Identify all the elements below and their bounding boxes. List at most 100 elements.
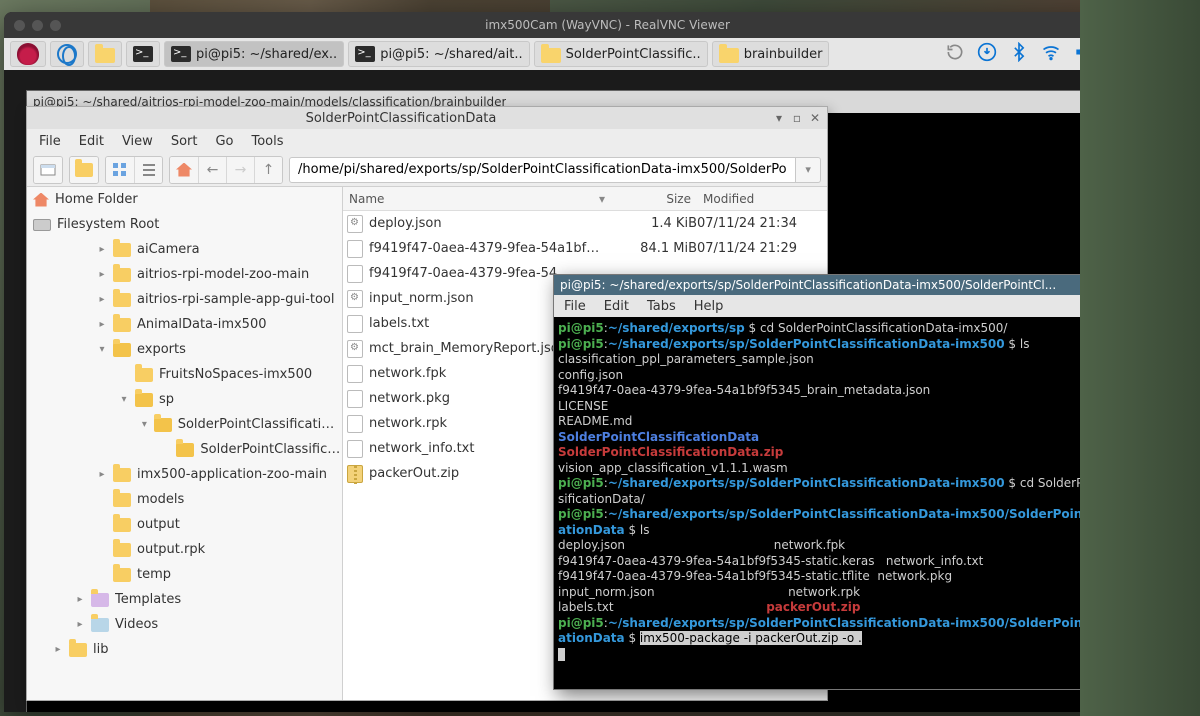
tree-item[interactable]: ▸lib — [27, 637, 342, 662]
menu-tabs[interactable]: Tabs — [647, 299, 676, 314]
menu-file[interactable]: File — [39, 134, 61, 149]
taskbar-item-2[interactable] — [88, 41, 122, 67]
volume-icon[interactable] — [1073, 42, 1093, 66]
terminal-titlebar[interactable]: pi@pi5: ~/shared/exports/sp/SolderPointC… — [554, 275, 1174, 295]
icon-view-button[interactable] — [106, 157, 134, 183]
min-button[interactable]: ▾ — [771, 111, 787, 125]
tree-toggle-icon[interactable]: ▸ — [75, 594, 85, 605]
tree-toggle-icon[interactable]: ▸ — [97, 269, 107, 280]
file-name: deploy.json — [369, 216, 607, 231]
taskbar-item-3[interactable]: >_ — [126, 41, 160, 67]
menu-edit[interactable]: Edit — [604, 299, 629, 314]
close-button[interactable]: ✕ — [807, 111, 823, 125]
tree-item[interactable]: output — [27, 512, 342, 537]
tree-item[interactable]: ▸ AnimalData-imx500 — [27, 312, 342, 337]
tree-toggle-icon[interactable]: ▸ — [53, 644, 63, 655]
tree-toggle-icon[interactable]: ▸ — [97, 294, 107, 305]
max-button[interactable]: ▫ — [789, 111, 805, 125]
tree-toggle-icon[interactable]: ▾ — [97, 344, 107, 355]
terminal-window[interactable]: pi@pi5: ~/shared/exports/sp/SolderPointC… — [553, 274, 1175, 690]
file-manager-titlebar[interactable]: SolderPointClassificationData ▾▫✕ — [27, 107, 827, 129]
column-modified[interactable]: Modified — [697, 192, 827, 206]
taskbar-item-4[interactable]: >_pi@pi5: ~/shared/ex.. — [164, 41, 344, 67]
tree-label: AnimalData-imx500 — [137, 317, 267, 332]
taskbar-item-0[interactable] — [10, 41, 46, 67]
tree-item[interactable]: ▾sp — [27, 387, 342, 412]
taskbar-item-7[interactable]: brainbuilder — [712, 41, 830, 67]
clock[interactable]: 15:19 — [1137, 45, 1180, 63]
tree-item[interactable]: ▾exports — [27, 337, 342, 362]
list-view-button[interactable] — [134, 157, 162, 183]
close-button[interactable]: ✕ — [1165, 95, 1181, 109]
folder-icon — [91, 593, 109, 607]
column-name[interactable]: Name — [343, 192, 593, 206]
tree-item[interactable]: ▸Videos — [27, 612, 342, 637]
terminal-body[interactable]: pi@pi5:~/shared/exports/sp $ cd SolderPo… — [554, 317, 1174, 666]
file-icon — [347, 315, 363, 333]
folder-icon — [719, 48, 739, 63]
tree-item[interactable]: FruitsNoSpaces-imx500 — [27, 362, 342, 387]
forward-button[interactable]: → — [226, 157, 254, 183]
tree-toggle-icon[interactable]: ▸ — [97, 469, 107, 480]
path-input[interactable] — [289, 157, 796, 183]
up-button[interactable]: ↑ — [254, 157, 282, 183]
window-controls[interactable]: ▾▫✕ — [1129, 95, 1181, 109]
tree-item[interactable]: SolderPointClassificationData — [27, 437, 342, 462]
home-button[interactable] — [170, 157, 198, 183]
tree-toggle-icon[interactable]: ▾ — [119, 394, 129, 405]
column-size[interactable]: Size — [607, 192, 697, 206]
tree-item[interactable]: models — [27, 487, 342, 512]
sidebar-fsroot[interactable]: Filesystem Root — [27, 212, 342, 237]
max-button[interactable]: ▫ — [1147, 95, 1163, 109]
download-icon[interactable] — [977, 42, 997, 66]
new-tab-button[interactable] — [34, 157, 62, 183]
taskbar-item-1[interactable] — [50, 41, 84, 67]
tree-item[interactable]: ▸ Templates — [27, 587, 342, 612]
folder-icon — [113, 243, 131, 257]
tree-label: Templates — [115, 592, 181, 607]
file-row[interactable]: deploy.json1.4 KiB07/11/24 21:34 — [343, 211, 827, 236]
back-button[interactable]: ← — [198, 157, 226, 183]
tree-item[interactable]: ▸aitrios-rpi-model-zoo-main — [27, 262, 342, 287]
tree-item[interactable]: output.rpk — [27, 537, 342, 562]
min-button[interactable]: ▾ — [1116, 278, 1132, 292]
tree-item[interactable]: ▾SolderPointClassificationData-imx500 — [27, 412, 342, 437]
menu-tools[interactable]: Tools — [252, 134, 284, 149]
taskbar-item-6[interactable]: SolderPointClassific.. — [534, 41, 708, 67]
mic-icon[interactable] — [1105, 42, 1125, 66]
menu-file[interactable]: File — [564, 299, 586, 314]
wifi-icon[interactable] — [1041, 42, 1061, 66]
bluetooth-icon[interactable] — [1009, 42, 1029, 66]
window-controls[interactable]: ▾▫✕ — [771, 111, 823, 125]
file-row[interactable]: f9419f47-0aea-4379-9fea-54a1bf9f5345-s..… — [343, 236, 827, 261]
sidebar-home[interactable]: Home Folder — [27, 187, 342, 212]
min-button[interactable]: ▾ — [1129, 95, 1145, 109]
traffic-lights[interactable] — [4, 20, 71, 31]
window-controls[interactable]: ▾▫✕ — [1116, 278, 1168, 292]
vnc-title: imx500Cam (WayVNC) - RealVNC Viewer — [71, 18, 1144, 32]
tree-toggle-icon[interactable]: ▸ — [75, 619, 85, 630]
tree-item[interactable]: ▸imx500-application-zoo-main — [27, 462, 342, 487]
close-button[interactable]: ✕ — [1152, 278, 1168, 292]
tree-toggle-icon[interactable]: ▸ — [97, 244, 107, 255]
tree-toggle-icon[interactable]: ▾ — [141, 419, 148, 430]
tree-toggle-icon[interactable]: ▸ — [97, 319, 107, 330]
taskbar-item-5[interactable]: >_pi@pi5: ~/shared/ait.. — [348, 41, 529, 67]
folder-icon — [91, 618, 109, 632]
menu-go[interactable]: Go — [215, 134, 233, 149]
file-list-header[interactable]: Name ▾ Size Modified — [343, 187, 827, 211]
folder-icon — [113, 318, 131, 332]
taskbar: >_>_pi@pi5: ~/shared/ex..>_pi@pi5: ~/sha… — [4, 38, 1194, 70]
file-size: 1.4 KiB — [607, 216, 697, 231]
tree-item[interactable]: ▸aitrios-rpi-sample-app-gui-tool — [27, 287, 342, 312]
tree-item[interactable]: temp — [27, 562, 342, 587]
menu-view[interactable]: View — [122, 134, 153, 149]
max-button[interactable]: ▫ — [1134, 278, 1150, 292]
open-folder-button[interactable] — [70, 157, 98, 183]
menu-sort[interactable]: Sort — [171, 134, 198, 149]
update-icon[interactable] — [945, 42, 965, 66]
menu-edit[interactable]: Edit — [79, 134, 104, 149]
tree-item[interactable]: ▸aiCamera — [27, 237, 342, 262]
path-dropdown[interactable]: ▾ — [796, 157, 821, 183]
menu-help[interactable]: Help — [694, 299, 724, 314]
